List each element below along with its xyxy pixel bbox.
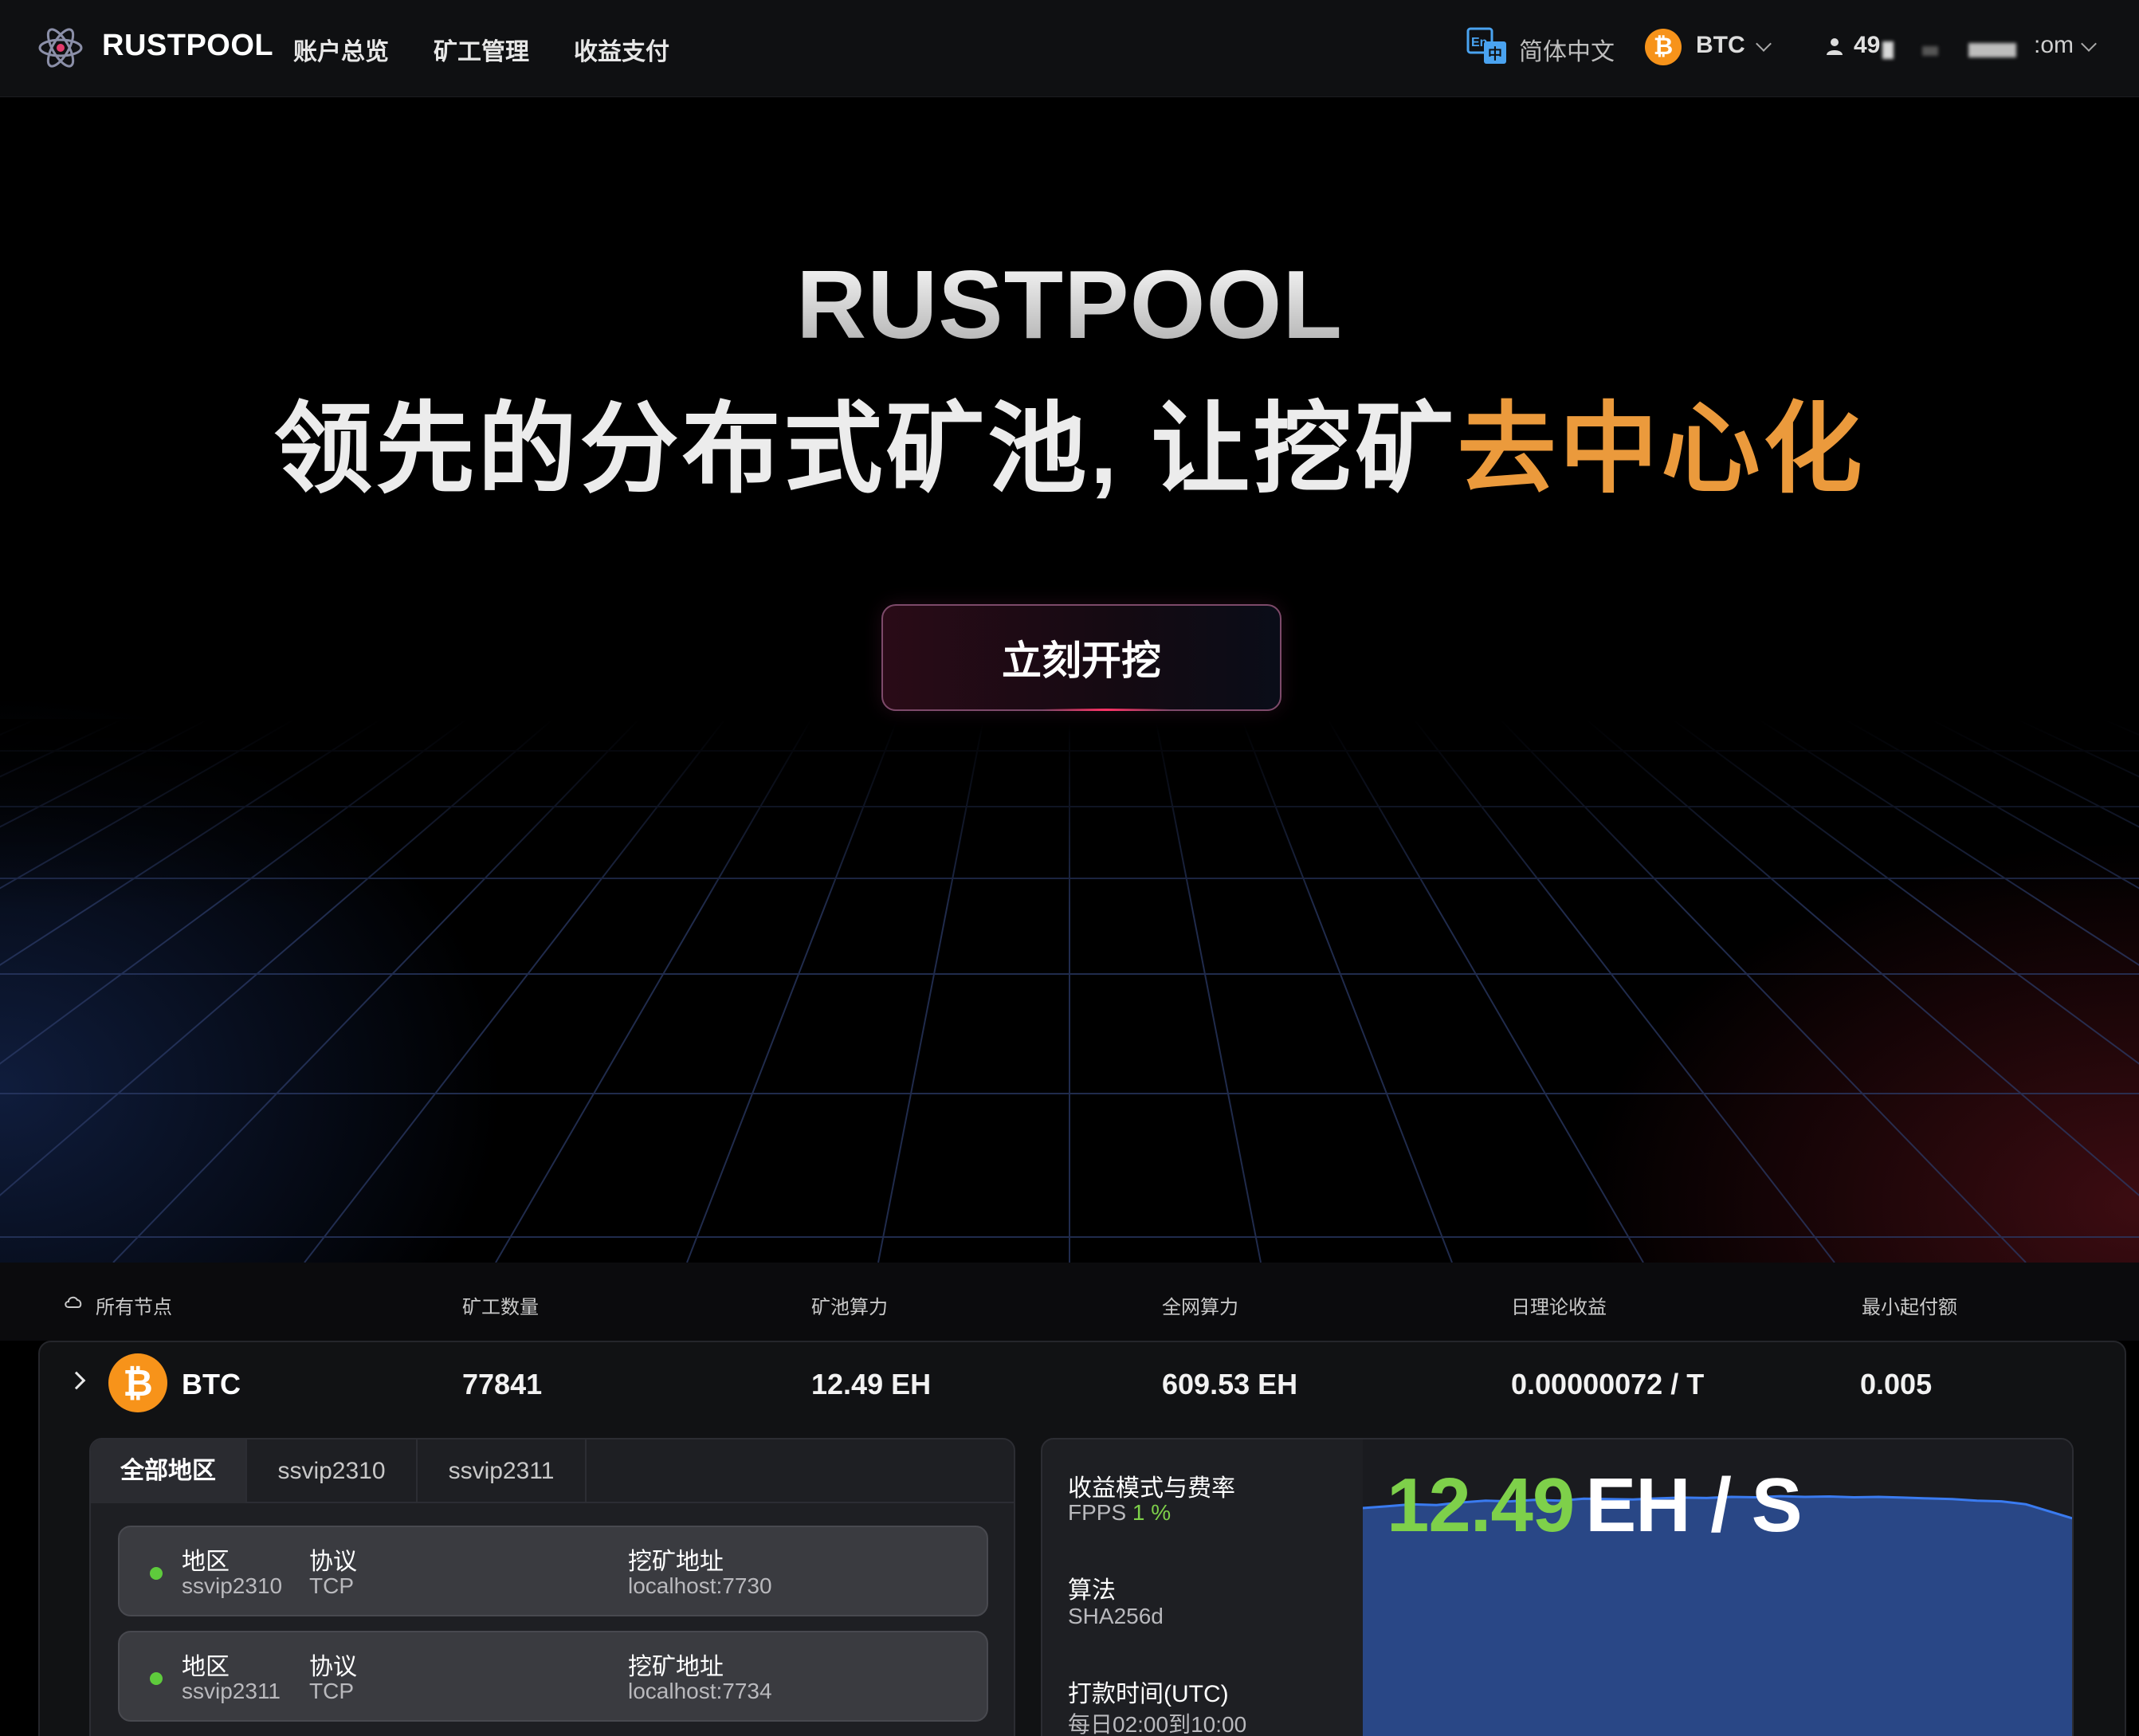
hashrate-value: 12.49 (1387, 1463, 1575, 1548)
coin-name: BTC (182, 1368, 241, 1400)
payout-time-value: 每日02:00到10:00 (1068, 1712, 1247, 1736)
menu-earnings-payments[interactable]: 收益支付 (574, 32, 669, 67)
redacted-username (1882, 41, 1894, 59)
btc-coin-icon[interactable]: ₿ (1645, 29, 1682, 65)
online-status-dot (150, 1672, 163, 1685)
region-label: 地区 (182, 1654, 230, 1680)
daily-revenue-value: 0.00000072 / T (1511, 1368, 1705, 1400)
language-icon[interactable]: En 中 (1466, 27, 1508, 67)
hero-section: RUSTPOOL 领先的分布式矿池, 让挖矿去中心化 立刻开挖 (0, 97, 2139, 1263)
cloud-icon (65, 1296, 82, 1308)
miner-count-value: 77841 (462, 1368, 543, 1400)
min-payout-value: 0.005 (1860, 1368, 1933, 1400)
protocol-value: TCP (309, 1573, 354, 1598)
address-value[interactable]: localhost:7734 (628, 1679, 772, 1704)
header-miner-count: 矿工数量 (462, 1297, 539, 1318)
user-account-prefix[interactable]: 49 (1854, 32, 1880, 59)
start-mining-button[interactable]: 立刻开挖 (881, 604, 1281, 711)
node-list: 地区 ssvip2310 协议 TCP 挖矿地址 localhost:7730 … (118, 1526, 988, 1736)
currency-selector[interactable]: BTC (1696, 32, 1745, 59)
hero-subtitle-main: 领先的分布式矿池, 让挖矿 (273, 395, 1458, 505)
algorithm-value: SHA256d (1068, 1604, 1164, 1628)
hero-title: RUSTPOOL (0, 249, 2139, 360)
earning-mode-value: FPPS 1 % (1068, 1500, 1171, 1526)
perspective-grid (0, 719, 2139, 1263)
hero-subtitle: 领先的分布式矿池, 让挖矿去中心化 (0, 368, 2139, 512)
tab-all-regions[interactable]: 全部地区 (91, 1439, 247, 1503)
menu-miner-management[interactable]: 矿工管理 (434, 32, 529, 67)
redacted-email (1968, 43, 2016, 57)
hashrate-chart: 12.49 EH / S (1363, 1439, 2072, 1736)
hashrate-display: 12.49 EH / S (1387, 1462, 1803, 1549)
node-row[interactable]: 地区 ssvip2311 协议 TCP 挖矿地址 localhost:7734 (118, 1631, 988, 1722)
earning-mode-name: FPPS (1068, 1500, 1127, 1525)
address-label: 挖矿地址 (628, 1654, 724, 1680)
payout-time-label: 打款时间(UTC) (1068, 1681, 1229, 1707)
earning-mode-label: 收益模式与费率 (1068, 1475, 1235, 1502)
user-account-suffix[interactable]: :om (2034, 32, 2074, 59)
region-tabs: 全部地区 ssvip2310 ssvip2311 (91, 1439, 1014, 1503)
language-selector[interactable]: 简体中文 (1519, 32, 1615, 67)
header-daily-revenue: 日理论收益 (1511, 1297, 1607, 1318)
header-network-hashrate: 全网算力 (1162, 1297, 1238, 1318)
address-label: 挖矿地址 (628, 1549, 724, 1575)
brand-name[interactable]: RUSTPOOL (102, 29, 273, 63)
hashrate-unit: EH / S (1585, 1463, 1802, 1548)
menu-account-overview[interactable]: 账户总览 (293, 32, 389, 67)
region-label: 地区 (182, 1549, 230, 1575)
atom-logo-icon[interactable] (37, 24, 84, 72)
protocol-label: 协议 (309, 1654, 357, 1680)
tab-ssvip2310[interactable]: ssvip2310 (247, 1439, 418, 1503)
online-status-dot (150, 1567, 163, 1580)
svg-text:中: 中 (1488, 45, 1502, 63)
protocol-value: TCP (309, 1679, 354, 1703)
top-nav: RUSTPOOL 账户总览 矿工管理 收益支付 En 中 简体中文 ₿ BTC … (0, 0, 2139, 97)
header-all-nodes[interactable]: 所有节点 (96, 1291, 172, 1319)
pool-info-panel: 收益模式与费率 FPPS 1 % 算法 SHA256d 打款时间(UTC) 每日… (1041, 1438, 2074, 1736)
btc-coin-icon: ₿ (108, 1353, 167, 1412)
region-value: ssvip2310 (182, 1573, 283, 1598)
account-chevron-down-icon[interactable] (2081, 36, 2097, 52)
protocol-label: 协议 (309, 1549, 357, 1575)
currency-chevron-down-icon[interactable] (1756, 36, 1772, 52)
regions-panel: 全部地区 ssvip2310 ssvip2311 地区 ssvip2310 协议… (89, 1438, 1015, 1736)
hero-subtitle-accent: 去中心化 (1457, 395, 1866, 505)
user-icon[interactable] (1825, 37, 1844, 56)
header-min-payout: 最小起付额 (1862, 1297, 1957, 1318)
redacted-username (1922, 46, 1938, 56)
region-value: ssvip2311 (182, 1679, 281, 1703)
header-pool-hashrate: 矿池算力 (811, 1297, 888, 1318)
pool-hashrate-value: 12.49 EH (811, 1368, 932, 1400)
address-value[interactable]: localhost:7730 (628, 1573, 772, 1599)
node-row[interactable]: 地区 ssvip2310 协议 TCP 挖矿地址 localhost:7730 (118, 1526, 988, 1616)
network-hashrate-value: 609.53 EH (1162, 1368, 1298, 1400)
tab-ssvip2311[interactable]: ssvip2311 (418, 1439, 587, 1503)
fee-rate: 1 % (1132, 1500, 1172, 1525)
stats-header: 所有节点 矿工数量 矿池算力 全网算力 日理论收益 最小起付额 (0, 1263, 2139, 1341)
algorithm-label: 算法 (1068, 1577, 1116, 1604)
